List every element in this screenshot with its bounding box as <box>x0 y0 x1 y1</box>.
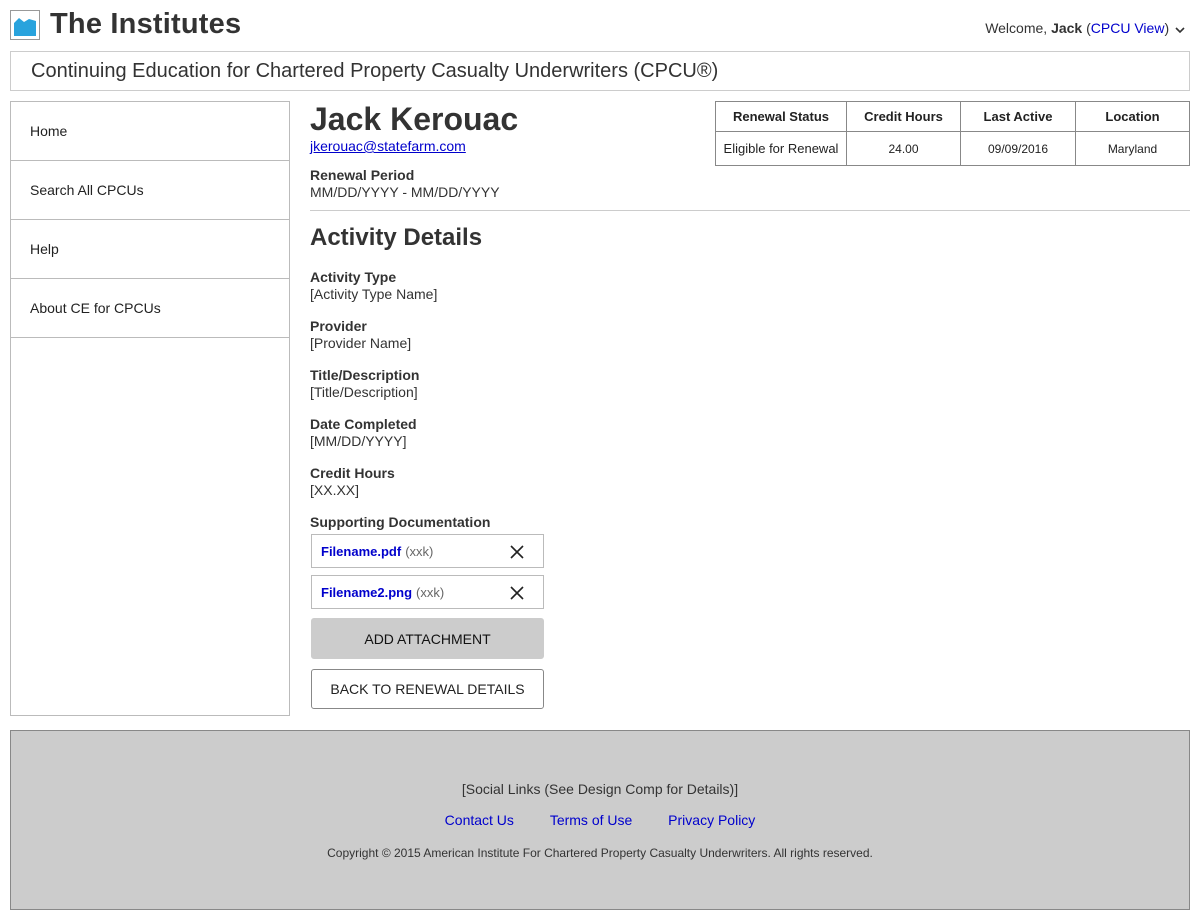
privacy-policy-link[interactable]: Privacy Policy <box>668 812 755 828</box>
header-last-active: Last Active <box>960 101 1076 132</box>
brand-title[interactable]: The Institutes <box>50 8 241 41</box>
contact-us-link[interactable]: Contact Us <box>445 812 514 828</box>
member-name: Jack Kerouac <box>310 101 519 137</box>
sidebar-item-search-all-cpcus[interactable]: Search All CPCUs <box>11 161 289 220</box>
logo-image-icon[interactable] <box>10 10 40 40</box>
status-table-row: Eligible for Renewal 24.00 09/09/2016 Ma… <box>715 131 1190 166</box>
supporting-documentation-label: Supporting Documentation <box>310 514 490 531</box>
field-title-description: Title/Description [Title/Description] <box>310 367 419 401</box>
cell-last-active: 09/09/2016 <box>960 131 1076 166</box>
chevron-down-icon[interactable] <box>1175 21 1185 37</box>
add-attachment-button[interactable]: ADD ATTACHMENT <box>311 618 544 659</box>
close-icon[interactable] <box>509 585 525 601</box>
user-menu[interactable]: Welcome, Jack (CPCU View) <box>985 20 1185 37</box>
header-credit-hours: Credit Hours <box>846 101 961 132</box>
activity-details-title: Activity Details <box>310 224 483 251</box>
member-email-link[interactable]: jkerouac@statefarm.com <box>310 138 466 154</box>
field-label: Provider <box>310 318 367 334</box>
field-date-completed: Date Completed [MM/DD/YYYY] <box>310 416 417 450</box>
field-credit-hours: Credit Hours [XX.XX] <box>310 465 395 499</box>
sidebar-item-home[interactable]: Home <box>11 102 289 161</box>
attachment-item: Filename2.png (xxk) <box>311 575 544 609</box>
status-table: Renewal Status Credit Hours Last Active … <box>715 101 1190 166</box>
attachment-item: Filename.pdf (xxk) <box>311 534 544 568</box>
social-links-placeholder: [Social Links (See Design Comp for Detai… <box>461 781 739 797</box>
header-renewal-status: Renewal Status <box>715 101 847 132</box>
divider <box>310 210 1190 211</box>
view-switch-link[interactable]: CPCU View <box>1091 20 1165 36</box>
close-icon[interactable] <box>509 544 525 560</box>
attachment-size: (xxk) <box>405 543 434 559</box>
paren-close: ) <box>1164 20 1170 36</box>
field-value: [Activity Type Name] <box>310 286 438 302</box>
field-label: Credit Hours <box>310 465 395 481</box>
paren-open: ( <box>1082 20 1091 36</box>
attachment-filename-link[interactable]: Filename.pdf <box>321 544 401 559</box>
field-activity-type: Activity Type [Activity Type Name] <box>310 269 437 303</box>
sidebar-item-help[interactable]: Help <box>11 220 289 279</box>
field-label: Activity Type <box>310 269 397 285</box>
field-value: [MM/DD/YYYY] <box>310 433 407 449</box>
footer: [Social Links (See Design Comp for Detai… <box>10 730 1190 910</box>
cell-renewal-status: Eligible for Renewal <box>715 131 847 166</box>
cell-location: Maryland <box>1075 131 1190 166</box>
field-value: [Provider Name] <box>310 335 412 351</box>
field-provider: Provider [Provider Name] <box>310 318 411 352</box>
page-subtitle: Continuing Education for Chartered Prope… <box>10 51 1190 91</box>
field-value: [Title/Description] <box>310 384 418 400</box>
welcome-prefix: Welcome, <box>985 20 1052 36</box>
cell-credit-hours: 24.00 <box>846 131 961 166</box>
attachment-size: (xxk) <box>416 584 445 600</box>
renewal-period-label: Renewal Period <box>310 167 415 183</box>
copyright-text: Copyright © 2015 American Institute For … <box>327 846 873 860</box>
field-value: [XX.XX] <box>310 482 360 498</box>
field-label: Supporting Documentation <box>310 514 491 530</box>
status-table-header-row: Renewal Status Credit Hours Last Active … <box>715 101 1190 132</box>
terms-of-use-link[interactable]: Terms of Use <box>550 812 632 828</box>
renewal-period-value: MM/DD/YYYY - MM/DD/YYYY <box>310 184 500 200</box>
back-to-renewal-details-button[interactable]: BACK TO RENEWAL DETAILS <box>311 669 544 709</box>
attachment-filename-link[interactable]: Filename2.png <box>321 585 412 600</box>
footer-links: Contact Us Terms of Use Privacy Policy <box>11 812 1189 828</box>
sidebar-item-about-ce[interactable]: About CE for CPCUs <box>11 279 289 338</box>
field-label: Date Completed <box>310 416 417 432</box>
header-location: Location <box>1075 101 1190 132</box>
field-label: Title/Description <box>310 367 420 383</box>
sidebar-nav: Home Search All CPCUs Help About CE for … <box>10 101 290 716</box>
user-name: Jack <box>1051 20 1083 36</box>
